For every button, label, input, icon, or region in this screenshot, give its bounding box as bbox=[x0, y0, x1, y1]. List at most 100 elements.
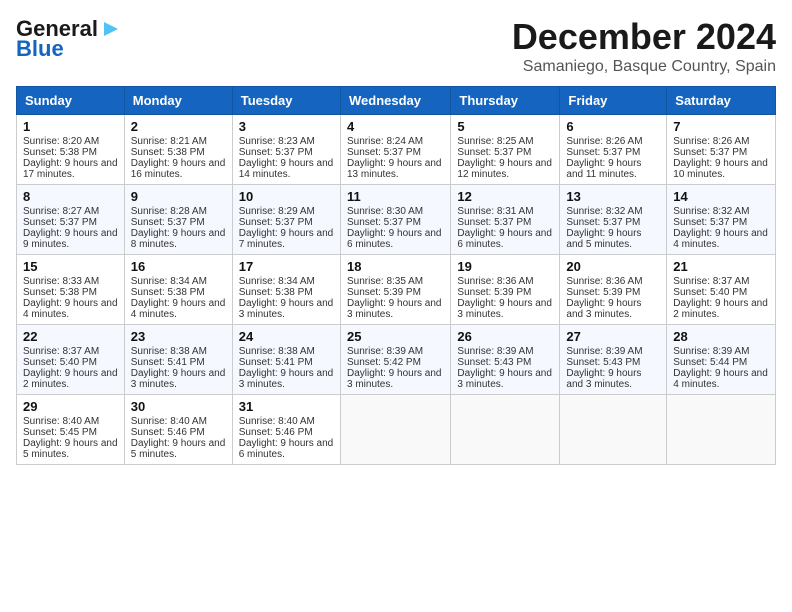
calendar-day-cell: 13Sunrise: 8:32 AMSunset: 5:37 PMDayligh… bbox=[560, 185, 667, 255]
weekday-header-row: Sunday Monday Tuesday Wednesday Thursday… bbox=[17, 87, 776, 115]
calendar-day-cell: 3Sunrise: 8:23 AMSunset: 5:37 PMDaylight… bbox=[232, 115, 340, 185]
sunrise-time: Sunrise: 8:35 AM bbox=[347, 276, 423, 287]
sunrise-time: Sunrise: 8:34 AM bbox=[131, 276, 207, 287]
calendar-day-cell: 19Sunrise: 8:36 AMSunset: 5:39 PMDayligh… bbox=[451, 255, 560, 325]
sunrise-time: Sunrise: 8:25 AM bbox=[457, 136, 533, 147]
day-number: 3 bbox=[239, 119, 334, 134]
day-number: 24 bbox=[239, 329, 334, 344]
main-title: December 2024 bbox=[512, 16, 776, 58]
day-number: 2 bbox=[131, 119, 226, 134]
calendar-day-cell: 26Sunrise: 8:39 AMSunset: 5:43 PMDayligh… bbox=[451, 325, 560, 395]
calendar-day-cell: 21Sunrise: 8:37 AMSunset: 5:40 PMDayligh… bbox=[667, 255, 776, 325]
daylight-hours: Daylight: 9 hours and 4 minutes. bbox=[131, 298, 226, 320]
logo: General Blue bbox=[16, 16, 122, 62]
daylight-hours: Daylight: 9 hours and 17 minutes. bbox=[23, 158, 118, 180]
daylight-hours: Daylight: 9 hours and 3 minutes. bbox=[347, 298, 442, 320]
calendar-day-cell bbox=[451, 395, 560, 465]
day-number: 19 bbox=[457, 259, 553, 274]
calendar-day-cell: 7Sunrise: 8:26 AMSunset: 5:37 PMDaylight… bbox=[667, 115, 776, 185]
daylight-hours: Daylight: 9 hours and 3 minutes. bbox=[457, 298, 552, 320]
day-number: 5 bbox=[457, 119, 553, 134]
sunset-time: Sunset: 5:38 PM bbox=[23, 147, 97, 158]
day-number: 8 bbox=[23, 189, 118, 204]
calendar-week-row: 15Sunrise: 8:33 AMSunset: 5:38 PMDayligh… bbox=[17, 255, 776, 325]
day-number: 23 bbox=[131, 329, 226, 344]
sunrise-time: Sunrise: 8:33 AM bbox=[23, 276, 99, 287]
sunrise-time: Sunrise: 8:39 AM bbox=[673, 346, 749, 357]
calendar-day-cell: 2Sunrise: 8:21 AMSunset: 5:38 PMDaylight… bbox=[124, 115, 232, 185]
calendar-day-cell: 15Sunrise: 8:33 AMSunset: 5:38 PMDayligh… bbox=[17, 255, 125, 325]
daylight-hours: Daylight: 9 hours and 14 minutes. bbox=[239, 158, 334, 180]
calendar-day-cell: 29Sunrise: 8:40 AMSunset: 5:45 PMDayligh… bbox=[17, 395, 125, 465]
sunrise-time: Sunrise: 8:23 AM bbox=[239, 136, 315, 147]
sunrise-time: Sunrise: 8:40 AM bbox=[131, 416, 207, 427]
day-number: 15 bbox=[23, 259, 118, 274]
header-sunday: Sunday bbox=[17, 87, 125, 115]
sunset-time: Sunset: 5:40 PM bbox=[23, 357, 97, 368]
sunrise-time: Sunrise: 8:38 AM bbox=[239, 346, 315, 357]
sunrise-time: Sunrise: 8:34 AM bbox=[239, 276, 315, 287]
day-number: 16 bbox=[131, 259, 226, 274]
header-tuesday: Tuesday bbox=[232, 87, 340, 115]
calendar-day-cell: 12Sunrise: 8:31 AMSunset: 5:37 PMDayligh… bbox=[451, 185, 560, 255]
daylight-hours: Daylight: 9 hours and 4 minutes. bbox=[673, 368, 768, 390]
daylight-hours: Daylight: 9 hours and 5 minutes. bbox=[566, 228, 641, 250]
sunset-time: Sunset: 5:38 PM bbox=[131, 147, 205, 158]
calendar-day-cell: 9Sunrise: 8:28 AMSunset: 5:37 PMDaylight… bbox=[124, 185, 232, 255]
sunrise-time: Sunrise: 8:39 AM bbox=[566, 346, 642, 357]
calendar-day-cell: 25Sunrise: 8:39 AMSunset: 5:42 PMDayligh… bbox=[340, 325, 450, 395]
day-number: 13 bbox=[566, 189, 660, 204]
sunrise-time: Sunrise: 8:26 AM bbox=[566, 136, 642, 147]
sunset-time: Sunset: 5:42 PM bbox=[347, 357, 421, 368]
day-number: 27 bbox=[566, 329, 660, 344]
calendar-day-cell: 20Sunrise: 8:36 AMSunset: 5:39 PMDayligh… bbox=[560, 255, 667, 325]
day-number: 21 bbox=[673, 259, 769, 274]
sunrise-time: Sunrise: 8:32 AM bbox=[673, 206, 749, 217]
sunrise-time: Sunrise: 8:36 AM bbox=[457, 276, 533, 287]
sunset-time: Sunset: 5:43 PM bbox=[566, 357, 640, 368]
sunset-time: Sunset: 5:37 PM bbox=[566, 147, 640, 158]
daylight-hours: Daylight: 9 hours and 4 minutes. bbox=[673, 228, 768, 250]
day-number: 14 bbox=[673, 189, 769, 204]
sunset-time: Sunset: 5:37 PM bbox=[673, 217, 747, 228]
sunrise-time: Sunrise: 8:20 AM bbox=[23, 136, 99, 147]
sunrise-time: Sunrise: 8:24 AM bbox=[347, 136, 423, 147]
sunset-time: Sunset: 5:41 PM bbox=[131, 357, 205, 368]
calendar-week-row: 1Sunrise: 8:20 AMSunset: 5:38 PMDaylight… bbox=[17, 115, 776, 185]
daylight-hours: Daylight: 9 hours and 11 minutes. bbox=[566, 158, 641, 180]
calendar-day-cell: 4Sunrise: 8:24 AMSunset: 5:37 PMDaylight… bbox=[340, 115, 450, 185]
header-wednesday: Wednesday bbox=[340, 87, 450, 115]
calendar-day-cell: 6Sunrise: 8:26 AMSunset: 5:37 PMDaylight… bbox=[560, 115, 667, 185]
daylight-hours: Daylight: 9 hours and 13 minutes. bbox=[347, 158, 442, 180]
subtitle: Samaniego, Basque Country, Spain bbox=[512, 58, 776, 76]
calendar-day-cell: 5Sunrise: 8:25 AMSunset: 5:37 PMDaylight… bbox=[451, 115, 560, 185]
sunrise-time: Sunrise: 8:36 AM bbox=[566, 276, 642, 287]
day-number: 9 bbox=[131, 189, 226, 204]
sunrise-time: Sunrise: 8:31 AM bbox=[457, 206, 533, 217]
sunrise-time: Sunrise: 8:40 AM bbox=[239, 416, 315, 427]
daylight-hours: Daylight: 9 hours and 3 minutes. bbox=[347, 368, 442, 390]
sunrise-time: Sunrise: 8:38 AM bbox=[131, 346, 207, 357]
daylight-hours: Daylight: 9 hours and 12 minutes. bbox=[457, 158, 552, 180]
daylight-hours: Daylight: 9 hours and 3 minutes. bbox=[566, 298, 641, 320]
sunrise-time: Sunrise: 8:37 AM bbox=[23, 346, 99, 357]
daylight-hours: Daylight: 9 hours and 7 minutes. bbox=[239, 228, 334, 250]
calendar-day-cell bbox=[560, 395, 667, 465]
day-number: 31 bbox=[239, 399, 334, 414]
sunrise-time: Sunrise: 8:26 AM bbox=[673, 136, 749, 147]
day-number: 28 bbox=[673, 329, 769, 344]
calendar-week-row: 8Sunrise: 8:27 AMSunset: 5:37 PMDaylight… bbox=[17, 185, 776, 255]
day-number: 25 bbox=[347, 329, 444, 344]
sunset-time: Sunset: 5:46 PM bbox=[131, 427, 205, 438]
logo-arrow-icon bbox=[100, 18, 122, 40]
title-section: December 2024 Samaniego, Basque Country,… bbox=[512, 16, 776, 76]
calendar-day-cell: 11Sunrise: 8:30 AMSunset: 5:37 PMDayligh… bbox=[340, 185, 450, 255]
sunrise-time: Sunrise: 8:27 AM bbox=[23, 206, 99, 217]
sunrise-time: Sunrise: 8:30 AM bbox=[347, 206, 423, 217]
sunset-time: Sunset: 5:46 PM bbox=[239, 427, 313, 438]
sunset-time: Sunset: 5:37 PM bbox=[131, 217, 205, 228]
sunset-time: Sunset: 5:37 PM bbox=[673, 147, 747, 158]
day-number: 12 bbox=[457, 189, 553, 204]
daylight-hours: Daylight: 9 hours and 6 minutes. bbox=[239, 438, 334, 460]
page-header: General Blue December 2024 Samaniego, Ba… bbox=[16, 16, 776, 76]
